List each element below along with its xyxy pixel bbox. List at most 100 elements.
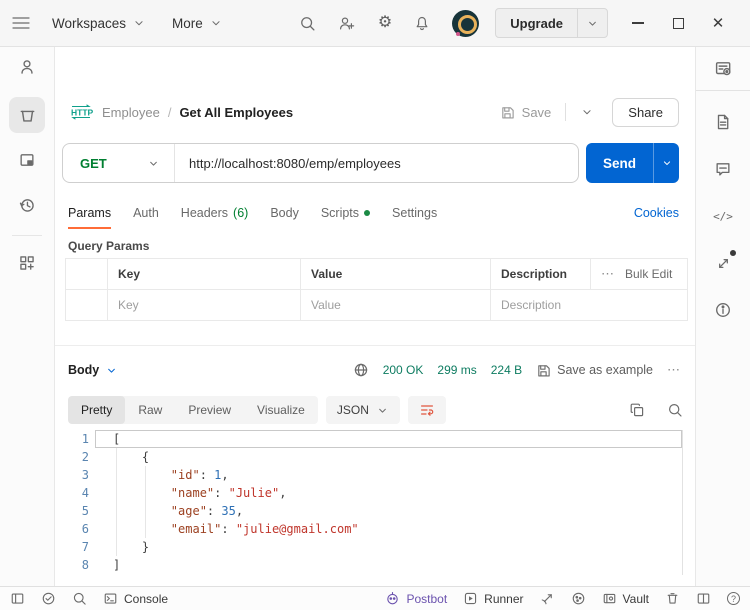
- tab-scripts[interactable]: Scripts: [321, 196, 371, 229]
- runner-button[interactable]: Runner: [463, 591, 524, 606]
- sidebar-item-history[interactable]: [9, 187, 45, 223]
- description-input[interactable]: Description: [491, 290, 687, 320]
- copy-icon[interactable]: [629, 402, 645, 418]
- response-body-dropdown[interactable]: Body: [68, 363, 118, 377]
- response-status-badge[interactable]: 200 OK: [383, 363, 424, 377]
- more-menu[interactable]: More: [164, 16, 231, 31]
- sidebar-item-environments[interactable]: [9, 142, 45, 178]
- vault-button[interactable]: Vault: [602, 591, 649, 606]
- code-line[interactable]: {: [95, 448, 682, 466]
- breadcrumb-collection[interactable]: Employee: [102, 105, 160, 120]
- search-icon[interactable]: [299, 15, 316, 32]
- response-more-options-icon[interactable]: ⋯: [667, 362, 681, 378]
- chevron-down-icon: [212, 21, 220, 26]
- invite-user-icon[interactable]: [338, 15, 356, 32]
- response-size-badge[interactable]: 224 B: [491, 363, 522, 377]
- documentation-panel-button[interactable]: [706, 105, 740, 139]
- view-raw[interactable]: Raw: [125, 396, 175, 424]
- save-floppy-icon: [501, 106, 514, 118]
- user-avatar[interactable]: [452, 9, 480, 37]
- divider: [565, 103, 567, 121]
- send-options-dropdown[interactable]: [653, 143, 679, 183]
- info-icon: [716, 303, 730, 317]
- code-line[interactable]: [: [95, 430, 682, 448]
- chevron-down-icon: [589, 21, 596, 26]
- value-input[interactable]: Value: [301, 290, 491, 320]
- vault-icon: [603, 593, 615, 604]
- capture-requests-icon[interactable]: [540, 591, 555, 606]
- postbot-button[interactable]: Postbot: [385, 591, 447, 606]
- share-button[interactable]: Share: [612, 97, 679, 127]
- line-number: 7: [81, 540, 89, 554]
- environment-quick-look[interactable]: [706, 51, 740, 85]
- code-line[interactable]: "email": "julie@gmail.com": [95, 520, 682, 538]
- network-globe-icon[interactable]: [353, 362, 369, 378]
- notifications-bell-icon[interactable]: [414, 15, 430, 32]
- request-url-box: GET http://localhost:8080/emp/employees: [62, 143, 579, 183]
- hamburger-menu-icon[interactable]: [12, 16, 34, 30]
- bulk-edit-button[interactable]: Bulk Edit: [625, 267, 672, 281]
- workspaces-menu[interactable]: Workspaces: [44, 16, 154, 31]
- column-options-icon[interactable]: ⋯: [601, 266, 615, 282]
- settings-gear-icon[interactable]: ⚙: [378, 15, 392, 31]
- view-visualize[interactable]: Visualize: [244, 396, 318, 424]
- method-dropdown[interactable]: GET: [63, 144, 175, 182]
- code-line[interactable]: "age": 35,: [95, 502, 682, 520]
- format-dropdown[interactable]: JSON: [325, 396, 400, 424]
- view-preview[interactable]: Preview: [175, 396, 244, 424]
- comments-panel-button[interactable]: [706, 152, 740, 186]
- tab-params[interactable]: Params: [68, 196, 112, 229]
- response-body-editor[interactable]: 1 2 3 4 5 6 7 8 [ { "id": 1, "name": "Julie", "…: [55, 430, 695, 586]
- tab-headers[interactable]: Headers (6): [181, 196, 249, 229]
- collections-icon: [20, 110, 34, 122]
- url-input[interactable]: http://localhost:8080/emp/employees: [175, 156, 401, 171]
- help-icon[interactable]: ?: [727, 592, 740, 605]
- runner-icon: [465, 592, 477, 605]
- checkpoint-icon[interactable]: [41, 591, 56, 606]
- save-options-chevron[interactable]: [580, 105, 594, 119]
- wrap-lines-button[interactable]: [407, 396, 446, 424]
- upgrade-button[interactable]: Upgrade: [496, 9, 577, 37]
- window-minimize-button[interactable]: [618, 3, 658, 43]
- cookies-link[interactable]: Cookies: [634, 206, 679, 220]
- info-panel-button[interactable]: [706, 293, 740, 327]
- code-panel-button[interactable]: </>: [706, 199, 740, 233]
- window-close-button[interactable]: ✕: [698, 3, 738, 43]
- breadcrumb-request-name[interactable]: Get All Employees: [179, 105, 293, 120]
- line-number: 1: [81, 432, 89, 446]
- environments-icon: [20, 154, 34, 166]
- code-line[interactable]: "name": "Julie",: [95, 484, 682, 502]
- console-button[interactable]: Console: [103, 591, 168, 606]
- save-as-example-button[interactable]: Save as example: [536, 363, 653, 378]
- sidebar-item-user[interactable]: [9, 49, 45, 85]
- close-icon: ✕: [711, 15, 725, 32]
- sidebar-item-more-apps[interactable]: [9, 245, 45, 281]
- tab-auth[interactable]: Auth: [133, 196, 159, 229]
- code-line[interactable]: "id": 1,: [95, 466, 682, 484]
- key-input[interactable]: Key: [108, 290, 301, 320]
- column-header-description: Description: [491, 259, 591, 289]
- trash-icon[interactable]: [665, 591, 680, 606]
- row-select-cell[interactable]: [66, 290, 108, 320]
- row-select-cell[interactable]: [66, 259, 108, 289]
- response-time-badge[interactable]: 299 ms: [437, 363, 476, 377]
- view-pretty[interactable]: Pretty: [68, 396, 126, 424]
- tab-settings[interactable]: Settings: [392, 196, 437, 229]
- find-icon[interactable]: [72, 591, 87, 606]
- code-line[interactable]: ]: [95, 556, 682, 574]
- save-button[interactable]: Save: [500, 105, 551, 120]
- cookies-icon[interactable]: [571, 591, 586, 606]
- sidebar-item-collections[interactable]: [9, 97, 45, 133]
- window-maximize-button[interactable]: [658, 3, 698, 43]
- search-response-icon[interactable]: [667, 402, 683, 418]
- sidebar-divider: [12, 235, 42, 236]
- upgrade-dropdown[interactable]: [577, 9, 607, 37]
- split-pane-icon[interactable]: [696, 591, 711, 606]
- related-requests-icon: [718, 258, 728, 268]
- tab-body[interactable]: Body: [270, 196, 299, 229]
- section-divider[interactable]: [55, 345, 695, 346]
- toggle-sidebar-icon[interactable]: [10, 591, 25, 606]
- code-line[interactable]: }: [95, 538, 682, 556]
- send-button[interactable]: Send: [586, 143, 653, 183]
- related-requests-button[interactable]: [706, 246, 740, 280]
